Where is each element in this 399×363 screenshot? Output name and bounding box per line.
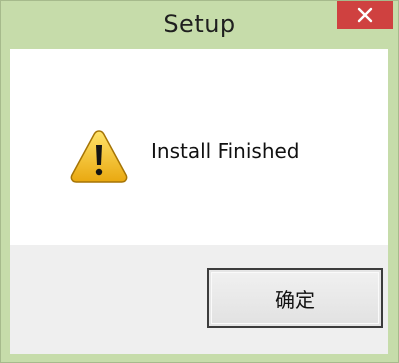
message-text: Install Finished: [151, 139, 300, 163]
title-bar[interactable]: Setup: [1, 1, 398, 51]
ok-button[interactable]: 确定: [207, 268, 383, 328]
warning-icon: [70, 130, 128, 183]
ok-button-label: 确定: [275, 287, 315, 312]
button-bar: 确定: [10, 245, 388, 354]
setup-dialog-window: Setup Install Finished 确定: [0, 0, 399, 363]
close-button[interactable]: [337, 1, 393, 29]
close-icon: [357, 7, 373, 23]
message-area: Install Finished: [10, 49, 388, 245]
dialog-client-area: Install Finished 确定: [10, 49, 388, 354]
